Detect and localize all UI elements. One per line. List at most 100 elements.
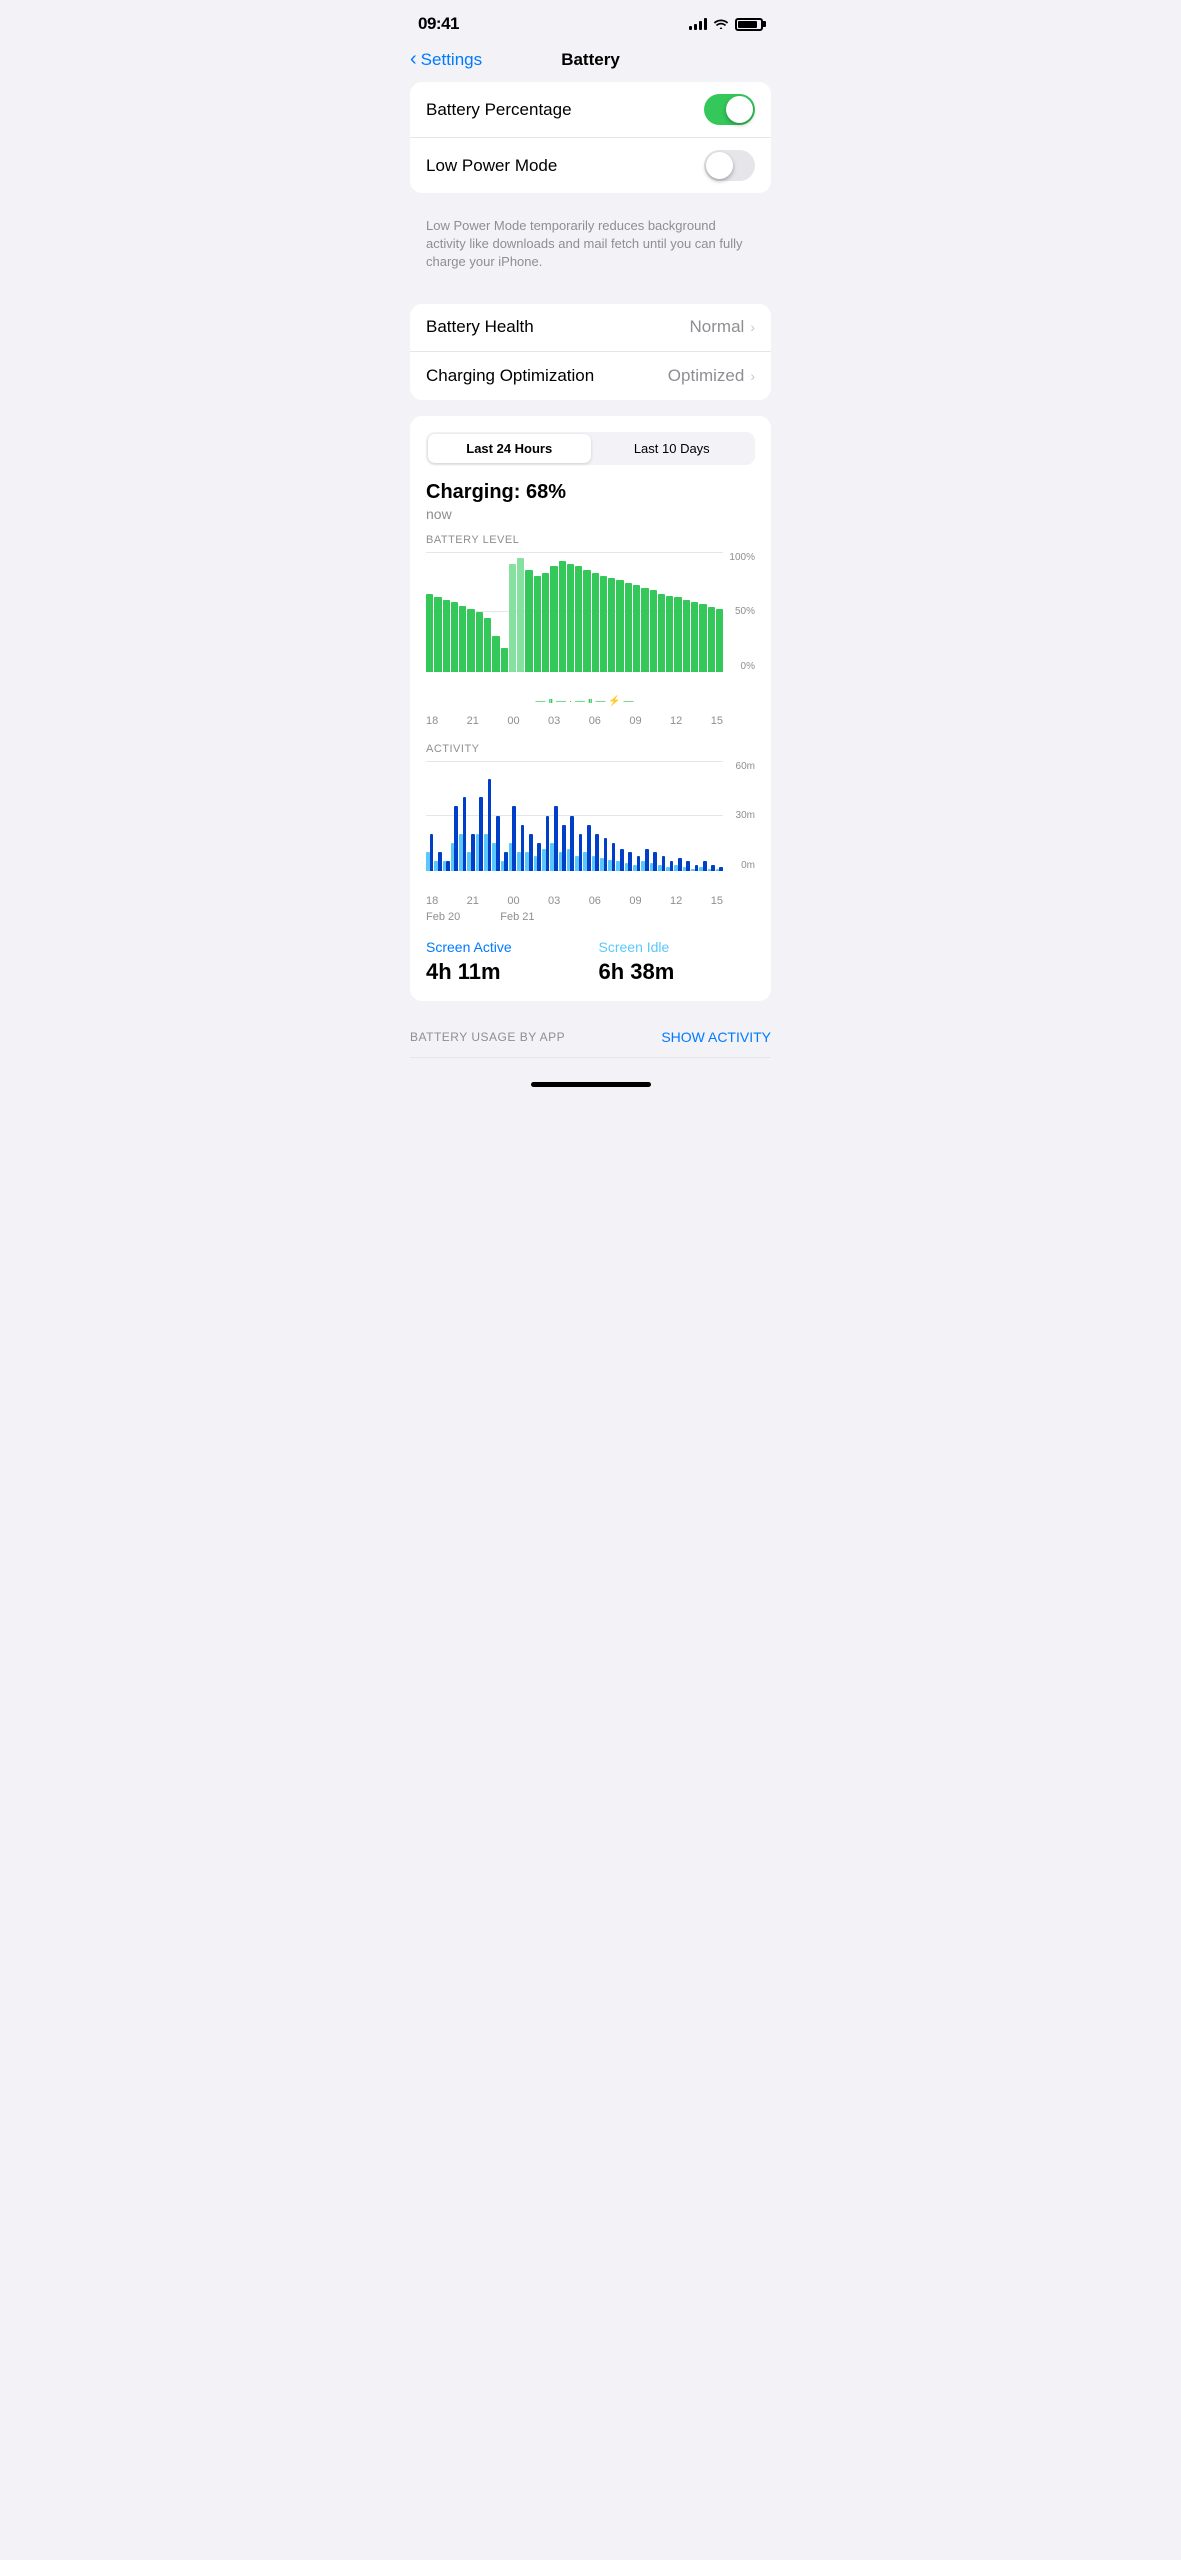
battery-usage-section: BATTERY USAGE BY APP SHOW ACTIVITY: [410, 1017, 771, 1058]
activity-bar-dark: [546, 816, 550, 871]
activity-bar-dark: [670, 861, 674, 870]
activity-bar-group: [517, 761, 524, 871]
activity-bar-group: [683, 761, 690, 871]
battery-percentage-row[interactable]: Battery Percentage: [410, 82, 771, 138]
activity-y-labels: 60m 30m 0m: [736, 761, 755, 871]
screen-active-label: Screen Active: [426, 939, 583, 955]
low-power-mode-toggle[interactable]: [704, 150, 755, 181]
battery-health-value-group: Normal ›: [690, 317, 755, 337]
battery-bar-item: [633, 585, 640, 671]
y-label-0: 0%: [741, 661, 755, 672]
battery-bar-item: [674, 597, 681, 671]
activity-bar-dark: [637, 856, 641, 871]
activity-bar-dark: [686, 861, 690, 870]
activity-bar-group: [459, 761, 466, 871]
x-label-item: 21: [467, 715, 479, 727]
charging-status: Charging: 68%: [426, 481, 755, 504]
activity-bar-dark: [488, 779, 492, 871]
battery-bar-item: [600, 576, 607, 672]
activity-x-label-item: 18: [426, 895, 438, 907]
last-10-days-tab[interactable]: Last 10 Days: [591, 434, 754, 463]
charging-optimization-row[interactable]: Charging Optimization Optimized ›: [410, 352, 771, 400]
x-label-item: 15: [711, 715, 723, 727]
battery-percentage-toggle[interactable]: [704, 94, 755, 125]
charging-opt-chevron: ›: [750, 368, 755, 384]
battery-bars: [426, 552, 723, 672]
activity-bar-dark: [430, 834, 434, 871]
battery-bar-item: [625, 583, 632, 672]
battery-bar-item: [616, 580, 623, 671]
battery-bar-item: [501, 648, 508, 672]
activity-bar-group: [443, 761, 450, 871]
battery-health-row[interactable]: Battery Health Normal ›: [410, 304, 771, 352]
home-indicator: [394, 1074, 787, 1091]
screen-active-value: 4h 11m: [426, 959, 583, 985]
activity-bar-group: [567, 761, 574, 871]
activity-bar-dark: [645, 849, 649, 871]
activity-bar-group: [716, 761, 723, 871]
battery-bar-item: [559, 561, 566, 671]
screen-idle-stat: Screen Idle 6h 38m: [599, 939, 756, 985]
y-label-50: 50%: [735, 606, 755, 617]
activity-bar-group: [583, 761, 590, 871]
activity-bar-group: [592, 761, 599, 871]
activity-bar-group: [484, 761, 491, 871]
nav-header: ‹ Settings Battery: [394, 42, 787, 82]
activity-bar-group: [699, 761, 706, 871]
activity-bar-group: [542, 761, 549, 871]
activity-bar-group: [608, 761, 615, 871]
chart-section: Last 24 Hours Last 10 Days Charging: 68%…: [410, 416, 771, 1001]
battery-x-labels: 1821000306091215: [426, 715, 755, 727]
activity-bar-group: [650, 761, 657, 871]
charging-icons-row: — ⏸ — · — ⏸ — ⚡ —: [426, 696, 755, 707]
battery-bar-item: [509, 564, 516, 672]
x-label-item: 12: [670, 715, 682, 727]
activity-bar-dark: [454, 806, 458, 870]
battery-chart: 100% 50% 0%: [426, 552, 755, 692]
activity-bar-group: [641, 761, 648, 871]
activity-bar-group: [501, 761, 508, 871]
battery-bar-item: [583, 570, 590, 672]
activity-bar-dark: [471, 834, 475, 871]
activity-bar-group: [658, 761, 665, 871]
battery-bar-item: [691, 602, 698, 672]
last-24-hours-tab[interactable]: Last 24 Hours: [428, 434, 591, 463]
charging-time: now: [426, 506, 755, 522]
battery-level-label: BATTERY LEVEL: [426, 534, 755, 546]
back-chevron-icon: ‹: [410, 48, 417, 71]
activity-x-label-item: 21: [467, 895, 479, 907]
battery-bar-item: [542, 573, 549, 671]
back-button[interactable]: ‹ Settings: [410, 49, 482, 71]
battery-bar-item: [484, 618, 491, 672]
battery-percentage-label: Battery Percentage: [426, 100, 572, 120]
battery-bar-item: [716, 609, 723, 671]
battery-bar-item: [666, 596, 673, 672]
activity-bar-dark: [570, 816, 574, 871]
low-power-mode-row[interactable]: Low Power Mode: [410, 138, 771, 193]
activity-bar-light: [658, 865, 662, 871]
screen-active-stat: Screen Active 4h 11m: [426, 939, 583, 985]
screen-idle-label: Screen Idle: [599, 939, 756, 955]
activity-x-label-item: 09: [629, 895, 641, 907]
activity-bar-dark: [438, 852, 442, 870]
signal-icon: [689, 18, 707, 30]
battery-health-section: Battery Health Normal › Charging Optimiz…: [410, 304, 771, 400]
activity-bar-dark: [678, 858, 682, 871]
power-settings-section: Battery Percentage Low Power Mode: [410, 82, 771, 193]
x-label-item: 03: [548, 715, 560, 727]
activity-bar-dark: [653, 852, 657, 870]
time-range-control[interactable]: Last 24 Hours Last 10 Days: [426, 432, 755, 465]
battery-health-value: Normal: [690, 317, 745, 337]
battery-bar-item: [650, 590, 657, 672]
battery-health-chevron: ›: [750, 319, 755, 335]
x-label-item: 06: [589, 715, 601, 727]
activity-bar-dark: [537, 843, 541, 871]
back-label: Settings: [421, 50, 482, 70]
battery-bar-item: [426, 594, 433, 672]
show-activity-button[interactable]: SHOW ACTIVITY: [661, 1029, 771, 1045]
activity-bar-dark: [579, 834, 583, 871]
activity-bar-group: [559, 761, 566, 871]
activity-bar-group: [534, 761, 541, 871]
activity-x-label-item: 15: [711, 895, 723, 907]
activity-bar-group: [691, 761, 698, 871]
